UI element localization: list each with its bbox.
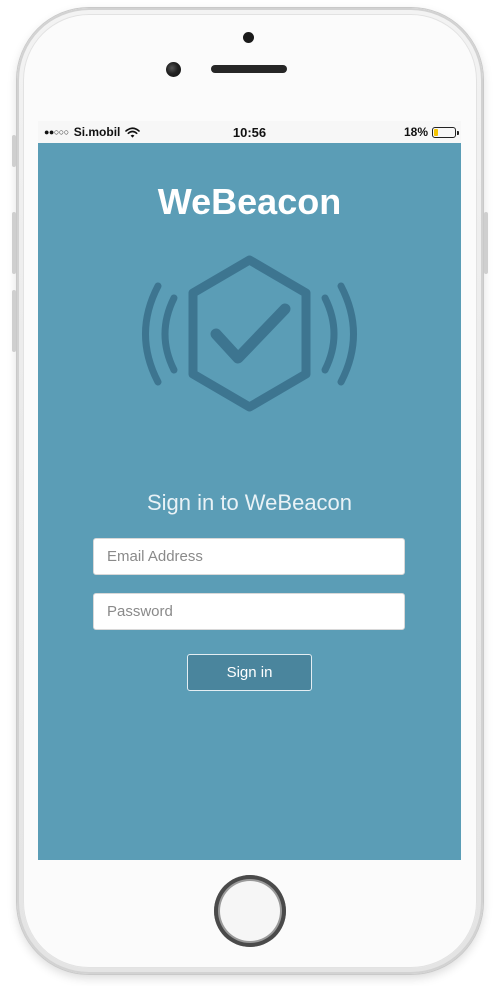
volume-up-button	[12, 212, 16, 274]
battery-cap	[457, 130, 459, 135]
battery-icon	[432, 126, 459, 138]
app-title: WeBeacon	[157, 181, 342, 222]
logo-right-wave-outer	[337, 282, 357, 386]
signin-heading: Sign in to WeBeacon	[146, 490, 353, 515]
mute-switch	[12, 135, 16, 167]
battery-percent: 18%	[403, 125, 428, 139]
email-field[interactable]	[93, 538, 405, 575]
logo-left-wave-inner	[161, 294, 178, 374]
volume-down-button	[12, 290, 16, 352]
logo-checkmark	[210, 303, 291, 364]
front-camera	[166, 62, 181, 77]
status-bar: ●●○○○ Si.mobil 10:56 18%	[38, 121, 461, 143]
password-field[interactable]	[93, 593, 405, 630]
home-button[interactable]	[214, 875, 286, 947]
power-button	[484, 212, 488, 274]
app-screen: ●●○○○ Si.mobil 10:56 18% WeBeacon Sign i…	[38, 121, 461, 860]
battery-level-fill	[434, 128, 438, 136]
logo-hexagon	[188, 255, 311, 412]
proximity-sensor	[243, 32, 254, 43]
logo-left-wave-outer	[142, 282, 162, 386]
logo-right-wave-inner	[321, 294, 338, 374]
beacon-shield-check-icon	[142, 255, 357, 412]
status-right: 18%	[403, 125, 459, 139]
status-time: 10:56	[232, 125, 267, 140]
signin-button[interactable]: Sign in	[187, 654, 312, 691]
earpiece-speaker	[211, 65, 287, 73]
